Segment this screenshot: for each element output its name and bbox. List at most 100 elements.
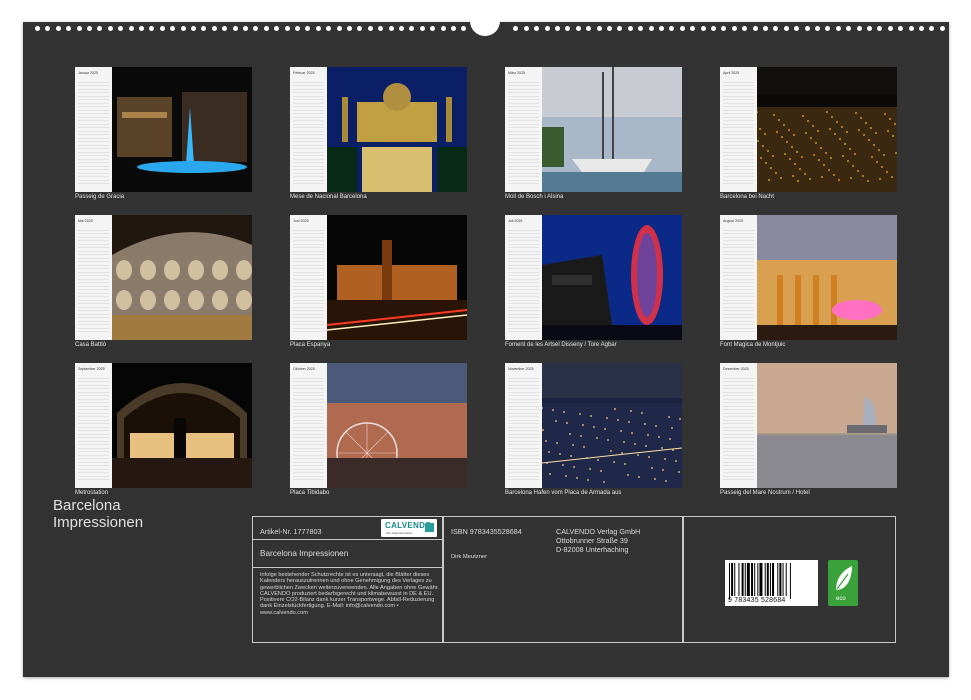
photo-caption: Casa Battló bbox=[75, 342, 107, 348]
calendar-page: Mai 2025 bbox=[75, 215, 112, 340]
day-rows bbox=[293, 375, 324, 483]
binding-hole bbox=[180, 26, 186, 31]
binding-hole bbox=[66, 26, 72, 31]
barcode-bar bbox=[744, 563, 746, 596]
barcode-bar bbox=[754, 563, 756, 596]
binding-hole bbox=[783, 26, 789, 31]
binding-hole bbox=[721, 26, 727, 31]
binding-hole bbox=[222, 26, 228, 31]
month-tile: Dezember 2025 bbox=[720, 363, 897, 488]
photo-image bbox=[542, 215, 682, 340]
calvendo-logo: CALVENDO Ihre Kalendermarke bbox=[381, 519, 437, 537]
binding-hole bbox=[232, 26, 238, 31]
binding-hole bbox=[35, 26, 40, 31]
title-line-2: Impressionen bbox=[53, 514, 144, 531]
barcode-bar bbox=[731, 563, 734, 596]
day-rows bbox=[723, 375, 754, 483]
binding-hole bbox=[388, 26, 394, 31]
binding-hole bbox=[877, 26, 883, 31]
binding-hole bbox=[139, 26, 144, 31]
month-photo bbox=[327, 215, 467, 340]
publisher-line-1: CALVENDO Verlag GmbH bbox=[556, 527, 641, 536]
publisher-line-2: Ottobrunner Straße 39 bbox=[556, 536, 628, 545]
month-tile: Oktober 2025 bbox=[290, 363, 467, 488]
month-photo bbox=[757, 215, 897, 340]
calendar-page: Juni 2025 bbox=[290, 215, 327, 340]
binding-hole bbox=[794, 26, 800, 31]
binding-hole bbox=[367, 26, 373, 31]
binding-hole bbox=[357, 26, 363, 31]
logo-mark bbox=[425, 523, 434, 532]
barcode-bar bbox=[779, 563, 782, 596]
binding-hole bbox=[773, 26, 779, 31]
photo-image bbox=[112, 363, 252, 488]
product-title: Barcelona Impressionen bbox=[260, 549, 349, 558]
photo-image bbox=[757, 215, 897, 340]
photo-image bbox=[757, 67, 897, 192]
month-name: Oktober 2025 bbox=[293, 367, 315, 371]
photo-caption: Moll de Bosch i Alsina bbox=[505, 194, 564, 200]
binding-hole bbox=[596, 26, 602, 31]
binding-hole bbox=[648, 26, 654, 31]
binding-hole bbox=[679, 26, 685, 31]
barcode-bar bbox=[751, 563, 754, 596]
month-name: Juni 2025 bbox=[293, 219, 309, 223]
day-rows bbox=[723, 227, 754, 335]
month-tile: November 2025 bbox=[505, 363, 682, 488]
month-tile: Mai 2025 bbox=[75, 215, 252, 340]
photo-image bbox=[542, 67, 682, 192]
binding-hole bbox=[763, 26, 768, 31]
binding-hole bbox=[305, 26, 311, 31]
month-photo bbox=[112, 67, 252, 192]
photo-caption: Foment de les Artsel Disseny / Tore Agba… bbox=[505, 342, 617, 348]
barcode-bar bbox=[759, 563, 763, 596]
binding-hole bbox=[274, 26, 280, 31]
barcode-bar bbox=[738, 563, 740, 596]
barcode-bar bbox=[782, 563, 784, 596]
binding-hole bbox=[399, 26, 404, 31]
binding-hole bbox=[575, 26, 581, 31]
binding-hole bbox=[284, 26, 290, 31]
photo-caption: Passeig del Mare Nostrum / Hotel bbox=[720, 490, 810, 496]
binding-hole bbox=[295, 26, 300, 31]
binding-hole bbox=[45, 26, 51, 31]
day-rows bbox=[78, 79, 109, 187]
binding-hole bbox=[627, 26, 633, 31]
barcode-bar bbox=[734, 563, 736, 596]
photo-image bbox=[327, 67, 467, 192]
binding-hole bbox=[440, 26, 446, 31]
binding-hole bbox=[659, 26, 664, 31]
binding-hole bbox=[55, 26, 61, 31]
month-tile: Juli 2025 bbox=[505, 215, 682, 340]
month-tile: September 2025 bbox=[75, 363, 252, 488]
calendar-page: Dezember 2025 bbox=[720, 363, 757, 488]
calendar-page: Februar 2025 bbox=[290, 67, 327, 192]
binding-hole bbox=[742, 26, 748, 31]
binding-hole bbox=[617, 26, 623, 31]
day-rows bbox=[508, 79, 539, 187]
product-title-box: Barcelona Impressionen bbox=[252, 539, 443, 568]
binding-hole bbox=[711, 26, 716, 31]
month-photo bbox=[542, 363, 682, 488]
binding-hole bbox=[565, 26, 571, 31]
calendar-page: November 2025 bbox=[505, 363, 542, 488]
barcode-bar bbox=[746, 563, 750, 596]
barcode-bar bbox=[757, 563, 759, 596]
binding-hole bbox=[201, 26, 207, 31]
month-photo bbox=[327, 363, 467, 488]
binding-hole bbox=[97, 26, 103, 31]
barcode-bar bbox=[764, 563, 766, 596]
photo-caption: Passeig de Gracia bbox=[75, 194, 125, 200]
calendar-page: August 2025 bbox=[720, 215, 757, 340]
day-rows bbox=[723, 79, 754, 187]
isbn: ISBN 9783435528684 bbox=[451, 527, 522, 536]
binding-hole bbox=[159, 26, 165, 31]
binding-hole bbox=[898, 26, 904, 31]
barcode-bar bbox=[789, 563, 791, 599]
binding-hole bbox=[118, 26, 124, 31]
month-name: Februar 2025 bbox=[293, 71, 315, 75]
photo-image bbox=[327, 215, 467, 340]
binding-hole bbox=[107, 26, 113, 31]
month-tile: März 2025 bbox=[505, 67, 682, 192]
binding-hole bbox=[586, 26, 592, 31]
